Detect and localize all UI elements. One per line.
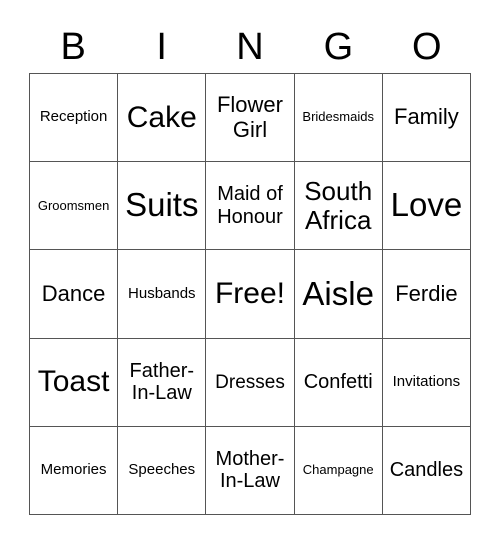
bingo-grid: Reception Cake Flower Girl Bridesmaids F… [29,73,471,515]
bingo-cell[interactable]: Ferdie [382,250,471,339]
bingo-cell[interactable]: Flower Girl [206,74,295,163]
bingo-cell[interactable]: Cake [118,74,207,163]
bingo-cell[interactable]: Aisle [294,250,383,339]
bingo-cell[interactable]: Suits [118,162,207,251]
bingo-cell[interactable]: Speeches [118,426,207,515]
bingo-cell[interactable]: Memories [30,426,119,515]
bingo-cell[interactable]: Invitations [382,338,471,427]
bingo-cell[interactable]: Reception [30,74,119,163]
header-letter-b: B [60,26,86,68]
bingo-cell[interactable]: Father-In-Law [118,338,207,427]
bingo-cell[interactable]: Bridesmaids [294,74,383,163]
bingo-cell[interactable]: Champagne [294,426,383,515]
bingo-cell[interactable]: Confetti [294,338,383,427]
bingo-cell[interactable]: Love [382,162,471,251]
bingo-cell[interactable]: Candles [382,426,471,515]
bingo-cell[interactable]: Groomsmen [30,162,119,251]
header-letter-n: N [236,26,264,68]
header-letter-o: O [412,26,442,68]
bingo-cell[interactable]: Dance [30,250,119,339]
free-space-cell[interactable]: Free! [206,250,295,339]
bingo-cell[interactable]: Husbands [118,250,207,339]
bingo-cell[interactable]: Maid of Honour [206,162,295,251]
bingo-header: B I N G O [29,22,471,72]
header-letter-i: I [156,26,167,68]
bingo-cell[interactable]: South Africa [294,162,383,251]
header-letter-g: G [323,26,354,68]
bingo-cell[interactable]: Mother-In-Law [206,426,295,515]
bingo-cell[interactable]: Family [382,74,471,163]
bingo-cell[interactable]: Dresses [206,338,295,427]
bingo-cell[interactable]: Toast [30,338,119,427]
